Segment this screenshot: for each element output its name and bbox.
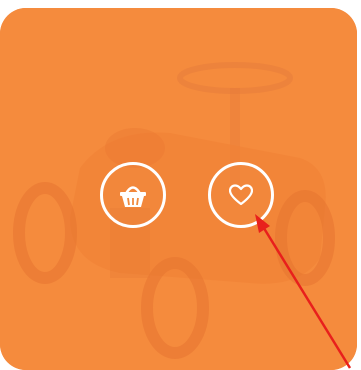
heart-button[interactable] bbox=[208, 162, 274, 228]
product-card bbox=[0, 0, 361, 370]
basket-icon bbox=[118, 182, 148, 208]
hover-overlay bbox=[0, 8, 357, 370]
add-to-basket-button[interactable] bbox=[100, 162, 166, 228]
heart-icon bbox=[229, 184, 253, 206]
product-tile[interactable] bbox=[0, 8, 357, 370]
